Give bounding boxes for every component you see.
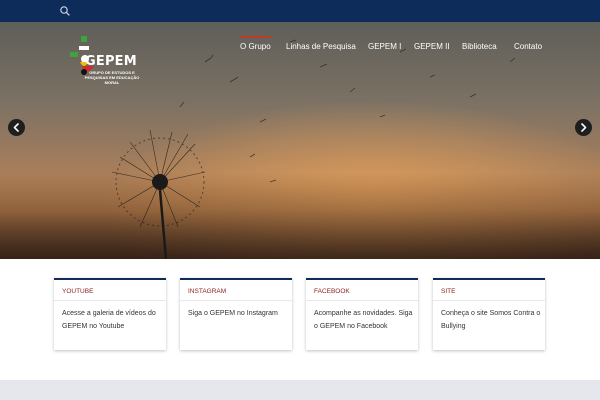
nav-item-contato[interactable]: Contato [514,42,542,51]
social-cards-section: YOUTUBE Acesse a galeria de vídeos do GE… [0,259,600,380]
chevron-left-icon [13,123,19,132]
card-facebook[interactable]: FACEBOOK Acompanhe as novidades. Siga o … [306,278,418,350]
hero-slider: GEPEM GRUPO DE ESTUDOS E PESQUISAS EM ED… [0,22,600,259]
card-youtube[interactable]: YOUTUBE Acesse a galeria de vídeos do GE… [54,278,166,350]
card-text: Acesse a galeria de vídeos do GEPEM no Y… [62,310,156,330]
card-text: Conheça o site Somos Contra o Bullying [441,310,541,330]
card-instagram[interactable]: INSTAGRAM Siga o GEPEM no Instagram [180,278,292,350]
slider-next-button[interactable] [575,119,592,136]
card-site[interactable]: SITE Conheça o site Somos Contra o Bully… [433,278,545,350]
card-title: SITE [441,288,456,295]
card-divider [306,300,418,301]
nav-item-o-grupo[interactable]: O Grupo [240,36,271,51]
nav-item-gepem-ii[interactable]: GEPEM II [414,42,450,51]
nav-item-linhas-de-pesquisa[interactable]: Linhas de Pesquisa [286,42,356,51]
card-divider [433,300,545,301]
card-title: YOUTUBE [62,288,94,295]
search-icon[interactable] [58,4,72,18]
card-text: Siga o GEPEM no Instagram [188,310,278,317]
card-divider [180,300,292,301]
top-bar [0,0,600,22]
nav-item-gepem-i[interactable]: GEPEM I [368,42,401,51]
footer-band [0,380,600,400]
logo-name: GEPEM [85,54,137,69]
nav-item-biblioteca[interactable]: Biblioteca [462,42,497,51]
logo-subtitle: GRUPO DE ESTUDOS E PESQUISAS EM EDUCAÇÃO… [84,70,140,85]
slider-prev-button[interactable] [8,119,25,136]
card-divider [54,300,166,301]
card-text: Acompanhe as novidades. Siga o GEPEM no … [314,310,413,330]
card-title: FACEBOOK [314,288,350,295]
chevron-right-icon [581,123,587,132]
card-title: INSTAGRAM [188,288,227,295]
